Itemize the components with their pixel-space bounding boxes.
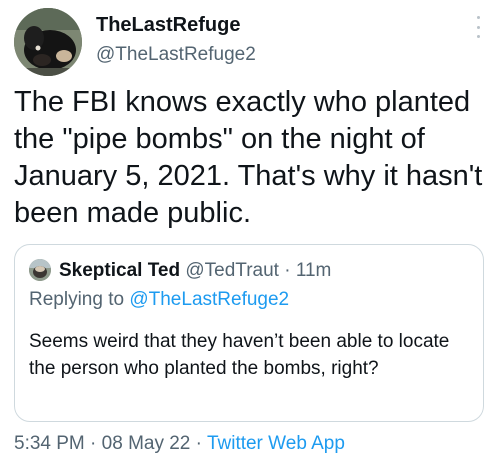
author-avatar[interactable] bbox=[14, 8, 82, 76]
quoted-author-name: Skeptical Ted bbox=[59, 260, 181, 281]
quoted-author-avatar bbox=[29, 259, 51, 281]
author-handle[interactable]: @TheLastRefuge2 bbox=[96, 44, 256, 66]
more-options-icon[interactable] bbox=[474, 16, 482, 38]
separator: · bbox=[278, 260, 296, 281]
tweet-time[interactable]: 5:34 PM bbox=[14, 433, 85, 454]
dot bbox=[476, 25, 480, 29]
quoted-tweet-text: Seems weird that they haven’t been able … bbox=[29, 331, 450, 379]
author-name[interactable]: TheLastRefuge bbox=[96, 14, 240, 37]
dog-avatar-image bbox=[14, 8, 82, 76]
replying-to-link[interactable]: @TheLastRefuge2 bbox=[129, 289, 289, 310]
replying-to: Replying to @TheLastRefuge2 bbox=[29, 288, 289, 312]
tweet: TheLastRefuge @TheLastRefuge2 The FBI kn… bbox=[0, 0, 500, 470]
replying-prefix: Replying to bbox=[29, 289, 130, 310]
source-app-link[interactable]: Twitter Web App bbox=[207, 433, 345, 454]
dot bbox=[476, 16, 480, 19]
tweet-date[interactable]: 08 May 22 bbox=[102, 433, 191, 454]
separator: · bbox=[84, 433, 102, 454]
dot bbox=[476, 35, 480, 38]
quoted-time: 11m bbox=[295, 260, 332, 281]
tweet-metadata: 5:34 PM · 08 May 22 · Twitter Web App bbox=[14, 432, 345, 456]
tweet-text: The FBI knows exactly who planted the "p… bbox=[14, 86, 483, 229]
quoted-tweet[interactable]: Skeptical Ted @TedTraut · 11m Replying t… bbox=[14, 244, 484, 422]
quoted-author-handle: @TedTraut bbox=[185, 260, 279, 281]
quoted-avatar-image bbox=[29, 259, 51, 281]
quoted-header: Skeptical Ted @TedTraut · 11m bbox=[59, 259, 331, 283]
separator: · bbox=[190, 433, 207, 454]
